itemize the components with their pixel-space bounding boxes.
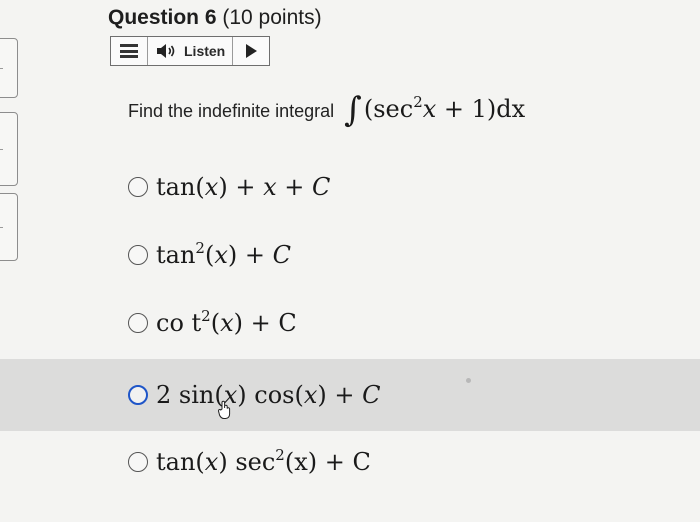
hand-cursor-icon — [218, 400, 231, 419]
play-button[interactable] — [233, 37, 269, 65]
answer-option-d[interactable]: 2 sin(x) cos(x) + C — [0, 359, 700, 431]
radio-button[interactable] — [128, 385, 148, 405]
option-e-text: tan(x) sec2(x) + C — [156, 446, 371, 477]
option-c-text: co t2(x) + C — [156, 307, 297, 338]
option-d-text: 2 sin(x) cos(x) + C — [156, 381, 381, 409]
radio-button[interactable] — [128, 245, 148, 265]
play-icon — [245, 44, 257, 58]
answer-option-c[interactable]: co t2(x) + C — [0, 291, 700, 355]
listen-button[interactable]: Listen — [148, 37, 233, 65]
answer-option-e[interactable]: tan(x) sec2(x) + C — [0, 430, 700, 494]
left-edge-panel-1 — [0, 38, 18, 98]
listen-label: Listen — [184, 43, 226, 59]
prompt-text: Find the indefinite integral — [128, 101, 335, 121]
answer-option-b[interactable]: tan2(x) + C — [0, 223, 700, 287]
speaker-icon — [157, 44, 175, 58]
listen-widget: Listen — [110, 36, 270, 66]
radio-button[interactable] — [128, 452, 148, 472]
question-label: Question 6 — [108, 6, 217, 29]
radio-button[interactable] — [128, 313, 148, 333]
menu-icon — [120, 44, 138, 58]
answer-option-a[interactable]: tan(x) + x + C — [0, 155, 700, 219]
listen-menu-button[interactable] — [111, 37, 148, 65]
option-b-text: tan2(x) + C — [156, 239, 291, 270]
question-points: (10 points) — [222, 6, 322, 29]
integral-symbol: ∫ — [344, 90, 362, 130]
option-a-text: tan(x) + x + C — [156, 173, 331, 201]
radio-button[interactable] — [128, 177, 148, 197]
question-title: Question 6 (10 points) — [108, 6, 322, 30]
speck — [466, 378, 471, 383]
integral-expression: ∫(sec2x + 1)dx — [344, 90, 526, 130]
question-prompt: Find the indefinite integral ∫(sec2x + 1… — [128, 86, 526, 130]
